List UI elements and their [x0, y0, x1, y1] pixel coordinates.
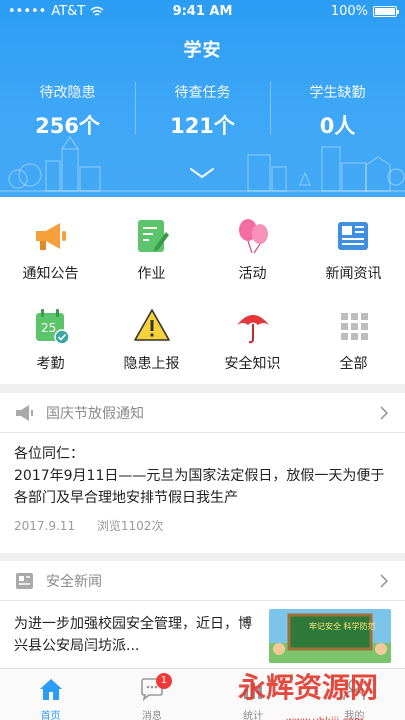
stat-label: 待查任务: [174, 85, 231, 101]
notice-views: 浏览1102次: [96, 519, 164, 533]
tab-label: 消息: [141, 711, 162, 720]
news-card[interactable]: 安全新闻 为进一步加强校园安全管理，近日，博兴县公安局闫坊派... 牢记安全 科…: [0, 561, 405, 668]
grid-item-label: 隐患上报: [123, 356, 180, 372]
grid-item-label: 新闻资讯: [325, 266, 382, 282]
chevron-right-icon: [380, 405, 389, 420]
status-bar: ••••• AT&T 9:41 AM 100%: [0, 0, 405, 24]
svg-text:牢记安全 科学防范: 牢记安全 科学防范: [309, 621, 376, 631]
watermark-url: www.yhkjjj.com: [286, 702, 364, 720]
header-hero: ••••• AT&T 9:41 AM 100% 学安 待改隐患 256个 待查任…: [0, 0, 405, 197]
app-root: ••••• AT&T 9:41 AM 100% 学安 待改隐患 256个 待查任…: [0, 0, 405, 720]
stat-value: 256个: [35, 114, 100, 138]
megaphone-icon: [36, 223, 66, 250]
grid-item-label: 考勤: [36, 356, 65, 372]
stat-label: 待改隐患: [39, 85, 96, 101]
umbrella-icon: [237, 315, 269, 344]
grid-item-label: 活动: [238, 266, 267, 282]
battery-info: 100%: [330, 4, 399, 19]
battery-percent: 100%: [330, 4, 368, 19]
notice-date: 2017.9.11: [14, 519, 76, 533]
watermark-text: 永辉资源网: [238, 671, 379, 704]
tab-messages[interactable]: 1 消息: [101, 669, 202, 720]
balloons-icon: [239, 219, 268, 254]
notice-greeting: 各位同仁：: [14, 446, 84, 462]
stat-value: 0人: [319, 114, 356, 138]
homework-icon: [138, 220, 169, 252]
news-thumbnail-image: 牢记安全 科学防范: [269, 609, 391, 663]
notice-card-header[interactable]: 国庆节放假通知: [0, 393, 405, 433]
svg-text:25: 25: [41, 321, 56, 335]
news-list-item[interactable]: 为进一步加强校园安全管理，近日，博兴县公安局闫坊派... 牢记安全 科学防范: [0, 601, 405, 663]
grid-item-homework[interactable]: 作业: [101, 197, 202, 287]
grid-item-news[interactable]: 新闻资讯: [303, 197, 404, 287]
stat-value: 121个: [170, 114, 235, 138]
stat-hazards[interactable]: 待改隐患 256个: [0, 74, 135, 144]
newspaper-icon: [16, 572, 33, 589]
chevron-down-icon[interactable]: [188, 166, 216, 180]
notice-card[interactable]: 国庆节放假通知 各位同仁： 2017年9月11日——元旦为国家法定假日，放假一天…: [0, 393, 405, 553]
tab-label: 首页: [40, 711, 61, 720]
feature-grid: 通知公告 作业 活动 新闻资讯 25 考勤 隐患上报 安全知识 全部: [0, 197, 405, 384]
grid-item-all[interactable]: 全部: [303, 287, 404, 377]
battery-icon: [373, 6, 399, 17]
grid-item-attendance[interactable]: 25 考勤: [0, 287, 101, 377]
stat-tasks[interactable]: 待查任务 121个: [135, 74, 270, 144]
news-card-header[interactable]: 安全新闻: [0, 561, 405, 601]
grid-item-safety[interactable]: 安全知识: [202, 287, 303, 377]
grid-item-activity[interactable]: 活动: [202, 197, 303, 287]
calendar-check-icon: 25: [36, 309, 70, 345]
grid-item-label: 安全知识: [224, 356, 281, 372]
grid-item-notice[interactable]: 通知公告: [0, 197, 101, 287]
news-item-text: 为进一步加强校园安全管理，近日，博兴县公安局闫坊派...: [14, 616, 252, 654]
home-icon: [39, 679, 62, 700]
grid-all-icon: [341, 313, 368, 340]
chevron-right-icon: [380, 573, 389, 588]
grid-item-label: 作业: [137, 266, 166, 282]
warning-icon: [134, 309, 170, 341]
stat-label: 学生缺勤: [309, 85, 366, 101]
newspaper-icon: [338, 222, 368, 250]
grid-item-label: 全部: [339, 356, 368, 372]
news-card-title: 安全新闻: [46, 573, 102, 590]
notice-content: 各位同仁： 2017年9月11日——元旦为国家法定假日，放假一天为便于各部门及早…: [0, 433, 405, 509]
grid-item-hazard-report[interactable]: 隐患上报: [101, 287, 202, 377]
stat-absence[interactable]: 学生缺勤 0人: [270, 74, 405, 144]
notice-meta: 2017.9.11 浏览1102次: [0, 509, 405, 542]
news-thumbnail: 牢记安全 科学防范: [269, 609, 391, 663]
message-badge: 1: [155, 673, 172, 689]
watermark-logo: 永辉资源网 www.yhkjjj.com: [238, 668, 405, 720]
stats-row: 待改隐患 256个 待查任务 121个 学生缺勤 0人: [0, 74, 405, 144]
notice-card-title: 国庆节放假通知: [46, 405, 144, 422]
megaphone-icon: [16, 404, 33, 421]
app-title: 学安: [183, 40, 222, 61]
notice-body-text: 2017年9月11日——元旦为国家法定假日，放假一天为便于各部门及早合理地安排节…: [14, 468, 385, 506]
grid-item-label: 通知公告: [22, 266, 79, 282]
tab-home[interactable]: 首页: [0, 669, 101, 720]
